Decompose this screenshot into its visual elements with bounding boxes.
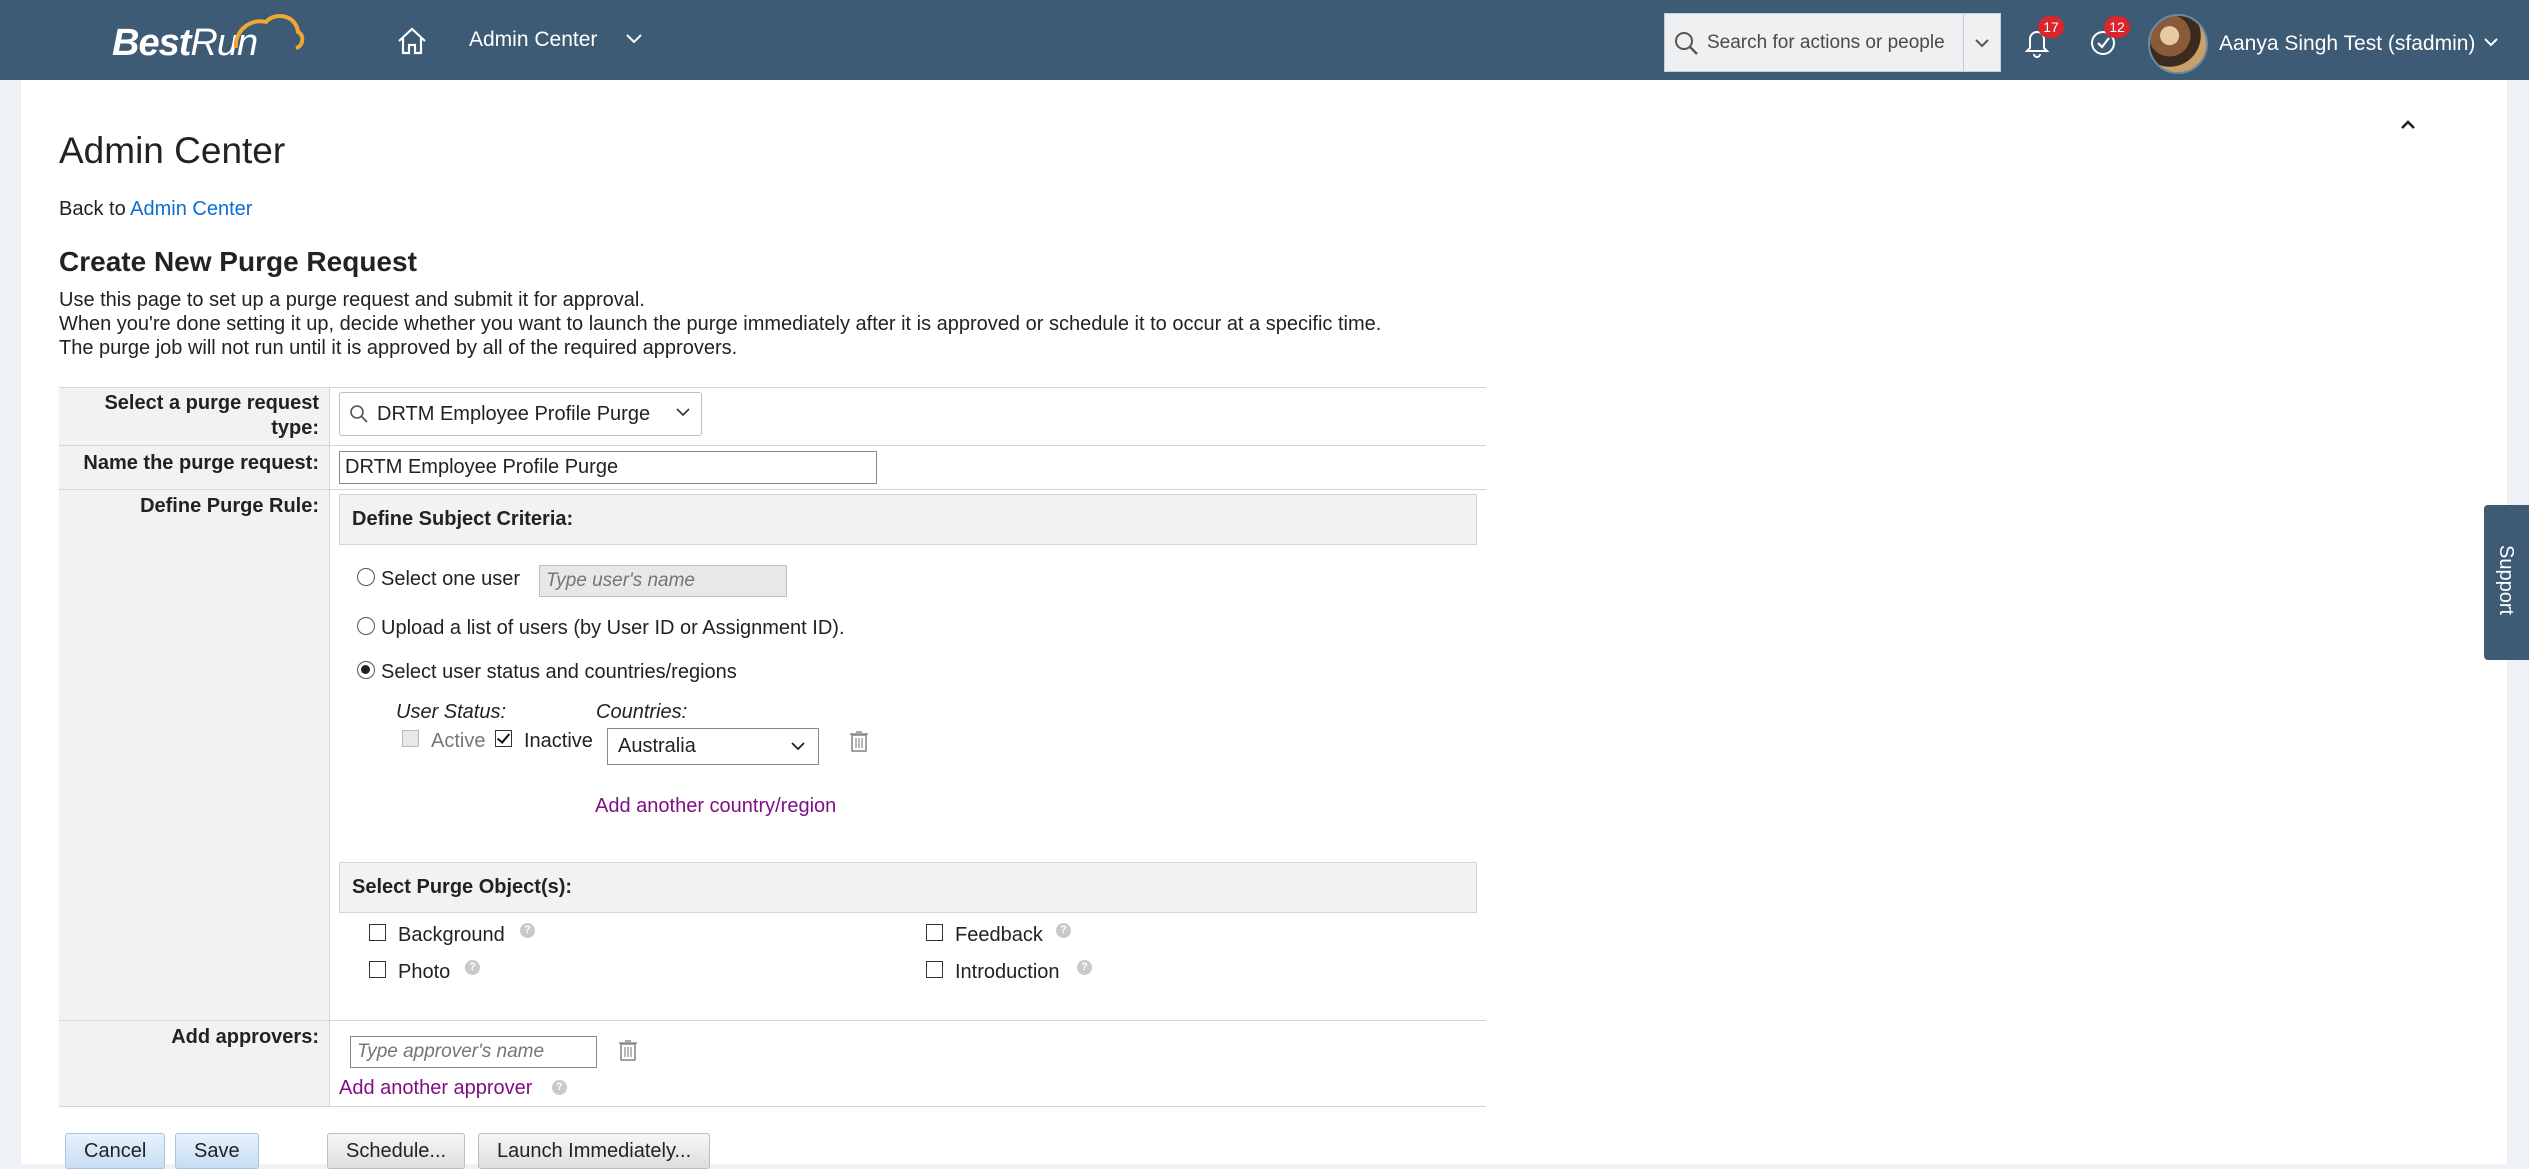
chevron-down-icon[interactable] — [2482, 36, 2500, 48]
active-label: Active — [431, 730, 486, 752]
countries-label: Countries: — [596, 701, 688, 723]
user-status-label: User Status: — [396, 701, 507, 723]
chevron-down-icon — [1975, 38, 1989, 47]
support-tab[interactable]: Support — [2484, 505, 2529, 660]
purge-type-value: DRTM Employee Profile Purge — [377, 402, 651, 425]
notifications-badge: 17 — [2038, 16, 2064, 38]
option-one-user-label: Select one user — [381, 568, 520, 590]
purge-objects-header: Select Purge Object(s): — [339, 862, 1477, 913]
section-title: Create New Purge Request — [59, 246, 417, 277]
delete-approver-trash-icon[interactable] — [617, 1038, 639, 1062]
logo-cloud-icon — [233, 14, 305, 50]
help-icon[interactable]: ? — [552, 1080, 567, 1095]
support-label: Support — [2495, 545, 2517, 616]
active-checkbox — [402, 730, 419, 747]
object-label-feedback: Feedback — [955, 924, 1043, 946]
help-icon[interactable]: ? — [520, 923, 535, 938]
notifications-button[interactable]: 17 — [2022, 16, 2064, 63]
option-status-label: Select user status and countries/regions — [381, 661, 737, 683]
user-name[interactable]: Aanya Singh Test (sfadmin) — [2219, 32, 2475, 56]
back-prefix: Back to — [59, 198, 126, 220]
purge-rule-label: Define Purge Rule: — [140, 495, 319, 517]
search-icon — [1675, 31, 1698, 55]
breadcrumb: Back to Admin Center — [59, 198, 252, 221]
subject-criteria-header: Define Subject Criteria: — [339, 494, 1477, 545]
home-icon[interactable] — [396, 26, 428, 56]
module-title[interactable]: Admin Center — [469, 28, 597, 52]
row-divider — [59, 1106, 1486, 1107]
name-label: Name the purge request: — [83, 452, 319, 474]
back-to-admin-center-link[interactable]: Admin Center — [130, 198, 252, 220]
help-icon[interactable]: ? — [465, 960, 480, 975]
shell-bar: BestRun Admin Center Search for actions … — [0, 0, 2529, 80]
introduction-checkbox[interactable] — [926, 961, 943, 978]
help-icon[interactable]: ? — [1056, 923, 1071, 938]
avatar[interactable] — [2148, 14, 2208, 74]
add-country-link[interactable]: Add another country/region — [595, 795, 836, 818]
row-divider — [59, 1020, 1486, 1021]
purge-type-select[interactable]: DRTM Employee Profile Purge — [339, 392, 702, 436]
chevron-down-icon — [676, 408, 690, 417]
todo-badge: 12 — [2104, 16, 2130, 38]
help-icon[interactable]: ? — [1077, 960, 1092, 975]
intro-line: Use this page to set up a purge request … — [59, 289, 645, 311]
object-label-background: Background — [398, 924, 505, 946]
intro-line: When you're done setting it up, decide w… — [59, 313, 1382, 335]
inactive-checkbox[interactable] — [495, 730, 512, 747]
country-select[interactable]: Australia — [607, 728, 819, 765]
chevron-down-icon[interactable] — [624, 32, 644, 46]
row-divider — [59, 489, 1486, 490]
search-scope-dropdown[interactable] — [1963, 14, 2000, 71]
radio-select-one-user[interactable] — [357, 568, 375, 586]
approvers-label: Add approvers: — [171, 1026, 319, 1048]
add-approver-link[interactable]: Add another approver — [339, 1077, 532, 1100]
search-input[interactable]: Search for actions or people — [1664, 13, 2001, 72]
purge-type-label: Select a purge request type: — [104, 392, 319, 439]
page-title: Admin Center — [59, 130, 286, 171]
company-logo[interactable]: BestRun — [112, 10, 305, 66]
row-divider — [59, 445, 1486, 446]
user-name-input[interactable] — [539, 565, 787, 597]
chevron-down-icon — [791, 742, 805, 751]
intro-line: The purge job will not run until it is a… — [59, 337, 738, 359]
todo-button[interactable]: 12 — [2088, 16, 2130, 63]
object-label-introduction: Introduction — [955, 961, 1060, 983]
approver-name-input[interactable] — [350, 1036, 597, 1068]
option-upload-label: Upload a list of users (by User ID or As… — [381, 617, 845, 639]
radio-status-countries[interactable] — [357, 661, 375, 679]
inactive-label: Inactive — [524, 730, 593, 752]
search-placeholder: Search for actions or people — [1707, 31, 1945, 53]
delete-country-trash-icon[interactable] — [848, 729, 870, 753]
collapse-caret-icon[interactable] — [2396, 118, 2420, 132]
radio-upload-list[interactable] — [357, 617, 375, 635]
photo-checkbox[interactable] — [369, 961, 386, 978]
object-label-photo: Photo — [398, 961, 451, 983]
intro-text: Use this page to set up a purge request … — [59, 288, 1381, 360]
feedback-checkbox[interactable] — [926, 924, 943, 941]
background-checkbox[interactable] — [369, 924, 386, 941]
country-value: Australia — [618, 735, 696, 757]
purge-name-input[interactable] — [339, 451, 877, 484]
search-icon — [350, 405, 368, 423]
